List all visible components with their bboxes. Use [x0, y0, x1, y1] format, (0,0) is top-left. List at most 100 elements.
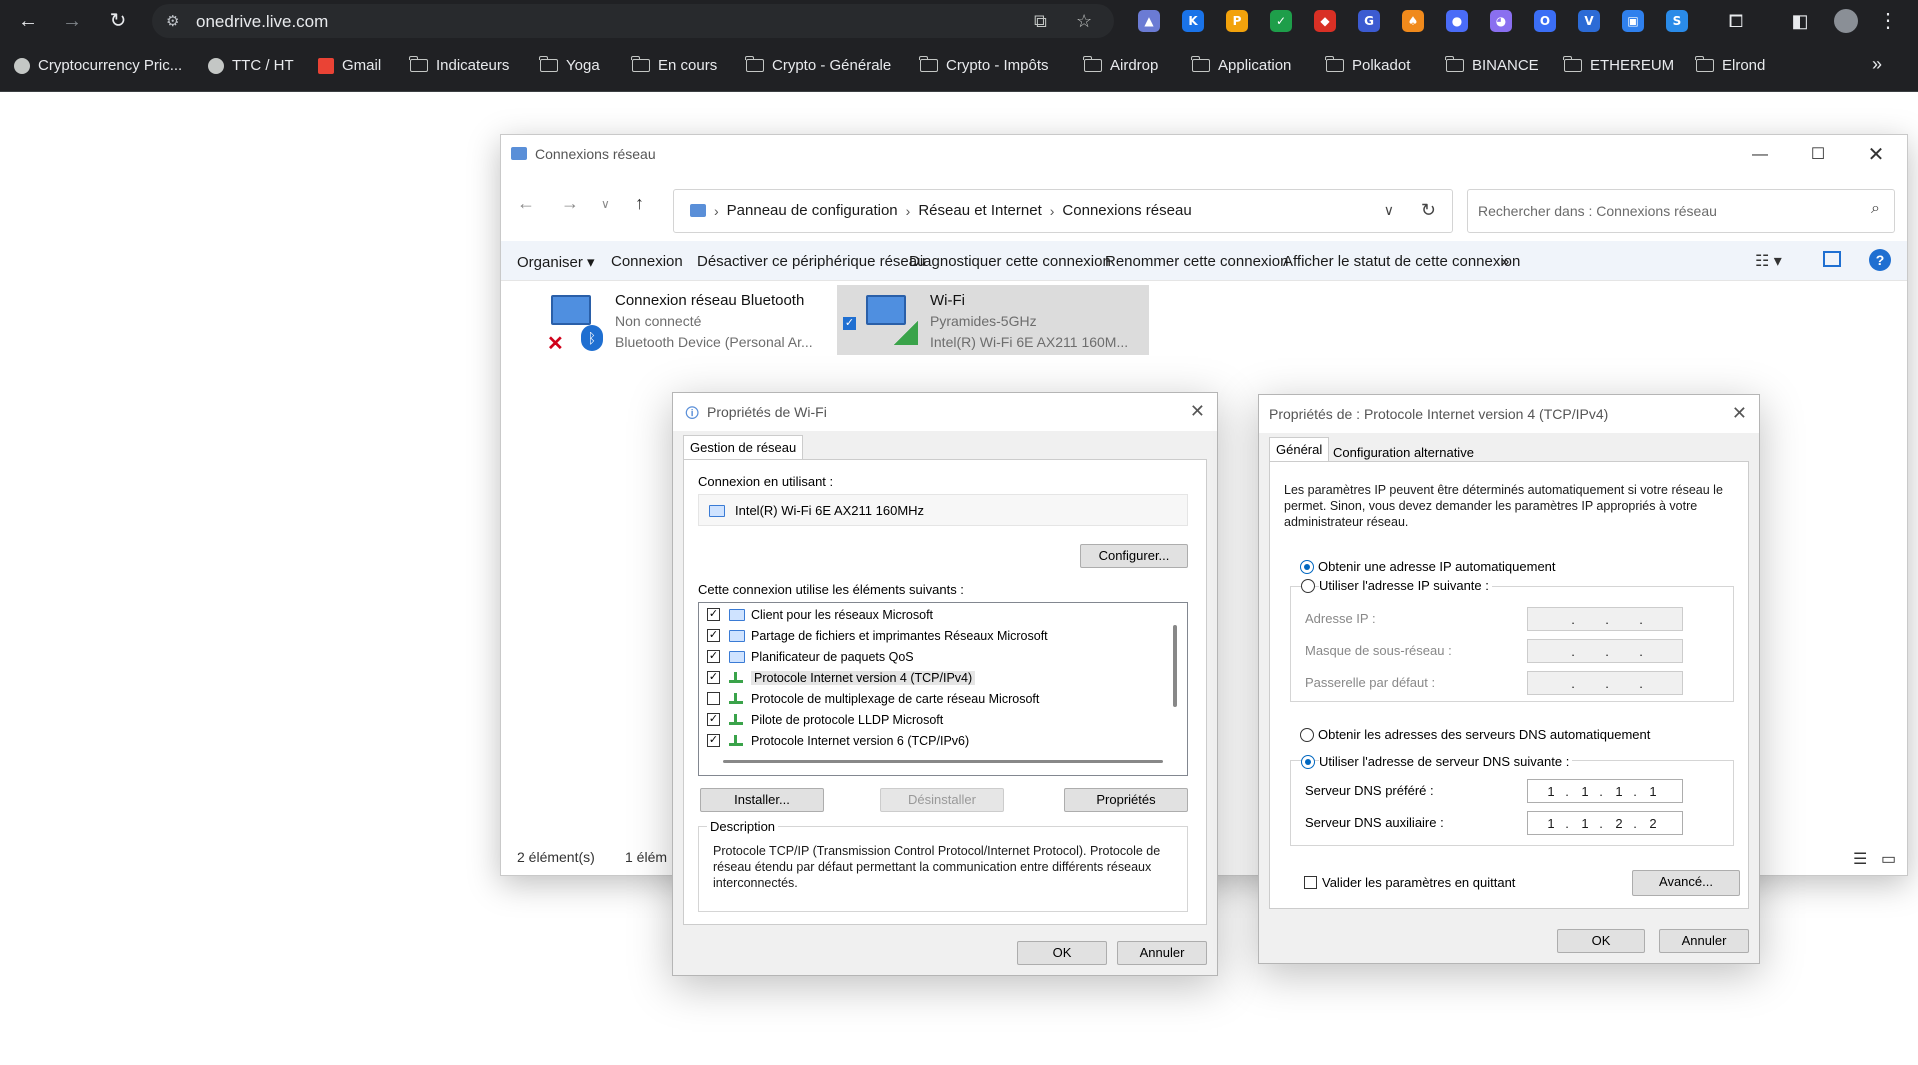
tiles-view-icon[interactable]: ▭	[1881, 849, 1896, 869]
change-view-icon[interactable]: ☷ ▾	[1755, 251, 1782, 271]
component-item[interactable]: ✓ Protocole Internet version 4 (TCP/IPv4)	[699, 668, 1159, 688]
command-6[interactable]: »	[1501, 253, 1509, 270]
bookmark-item[interactable]: Application	[1191, 56, 1291, 74]
refresh-icon[interactable]: ↻	[1421, 200, 1436, 221]
ip-address-field[interactable]: ...	[1527, 607, 1683, 631]
profile-avatar[interactable]	[1834, 9, 1858, 33]
help-icon[interactable]: ?	[1869, 249, 1891, 271]
cancel-button[interactable]: Annuler	[1117, 941, 1207, 965]
extension-icon[interactable]: ▣	[1622, 10, 1644, 32]
close-icon[interactable]: ✕	[1190, 401, 1205, 422]
adapter-wifi[interactable]: ✓ Wi-Fi Pyramides-5GHz Intel(R) Wi-Fi 6E…	[837, 285, 1149, 355]
bookmark-item[interactable]: En cours	[631, 56, 717, 74]
bookmark-item[interactable]: BINANCE	[1445, 56, 1539, 74]
tab-network-management[interactable]: Gestion de réseau	[683, 435, 804, 459]
component-checkbox[interactable]: ✓	[707, 629, 720, 642]
extensions-puzzle-icon[interactable]: ⧠	[1722, 8, 1750, 34]
component-item[interactable]: ✓ Protocole Internet version 6 (TCP/IPv6)	[699, 731, 1159, 751]
details-view-icon[interactable]: ☰	[1853, 849, 1867, 869]
bookmark-item[interactable]: Gmail	[318, 57, 381, 74]
install-app-icon[interactable]: ⧉	[1034, 11, 1047, 32]
bookmark-item[interactable]: Crypto - Générale	[745, 56, 891, 74]
tab-general[interactable]: Général	[1269, 437, 1330, 461]
configure-button[interactable]: Configurer...	[1080, 544, 1188, 568]
component-item[interactable]: ✓ Pilote de protocole LLDP Microsoft	[699, 710, 1159, 730]
component-item[interactable]: ✓ Partage de fichiers et imprimantes Rése…	[699, 626, 1159, 646]
extension-icon[interactable]: ♠	[1402, 10, 1424, 32]
bookmark-item[interactable]: Cryptocurrency Pric...	[14, 57, 182, 74]
manual-ip-radio[interactable]	[1301, 579, 1315, 593]
command-3[interactable]: Diagnostiquer cette connexion	[909, 253, 1111, 270]
bookmark-item[interactable]: Crypto - Impôts	[919, 56, 1049, 74]
preferred-dns-field[interactable]: 1. 1. 1. 1	[1527, 779, 1683, 803]
extension-icon[interactable]: V	[1578, 10, 1600, 32]
minimize-button[interactable]: —	[1737, 141, 1783, 169]
address-bar[interactable]: ⚙ onedrive.live.com ⧉ ☆	[152, 4, 1114, 38]
ok-button[interactable]: OK	[1017, 941, 1107, 965]
forward-arrow-icon[interactable]: →	[561, 193, 579, 214]
cancel-button[interactable]: Annuler	[1659, 929, 1749, 953]
adapter-bluetooth[interactable]: ✕ ᛒ Connexion réseau Bluetooth Non conne…	[541, 285, 841, 355]
properties-button[interactable]: Propriétés	[1064, 788, 1188, 812]
back-arrow-icon[interactable]: ←	[517, 193, 535, 214]
command-5[interactable]: Afficher le statut de cette connexion	[1283, 253, 1520, 270]
component-checkbox[interactable]: ✓	[707, 713, 720, 726]
auto-dns-radio[interactable]	[1300, 728, 1314, 742]
breadcrumb-item[interactable]: Connexions réseau	[1062, 202, 1191, 219]
component-item[interactable]: ✓ Planificateur de paquets QoS	[699, 647, 1159, 667]
horizontal-scrollbar[interactable]	[723, 760, 1163, 763]
address-breadcrumb-bar[interactable]: › Panneau de configuration › Réseau et Inte…	[673, 189, 1453, 233]
extension-icon[interactable]: ●	[1446, 10, 1468, 32]
reload-icon[interactable]: ↻	[104, 8, 132, 34]
breadcrumb-separator-icon[interactable]: ›	[906, 203, 911, 219]
ok-button[interactable]: OK	[1557, 929, 1645, 953]
search-box[interactable]: Rechercher dans : Connexions réseau ⌕	[1467, 189, 1895, 233]
site-info-icon[interactable]: ⚙	[166, 12, 179, 30]
extension-icon[interactable]: G	[1358, 10, 1380, 32]
extension-icon[interactable]: ◕	[1490, 10, 1512, 32]
uninstall-button[interactable]: Désinstaller	[880, 788, 1004, 812]
extension-icon[interactable]: P	[1226, 10, 1248, 32]
forward-arrow-icon[interactable]: →	[58, 8, 86, 34]
component-checkbox[interactable]: ✓	[707, 650, 720, 663]
address-dropdown-chevron-icon[interactable]: ∨	[1384, 202, 1394, 219]
install-button[interactable]: Installer...	[700, 788, 824, 812]
gateway-field[interactable]: ...	[1527, 671, 1683, 695]
component-item[interactable]: ✓ Client pour les réseaux Microsoft	[699, 605, 1159, 625]
bookmark-item[interactable]: Airdrop	[1083, 56, 1158, 74]
extension-icon[interactable]: O	[1534, 10, 1556, 32]
command-4[interactable]: Renommer cette connexion	[1105, 253, 1288, 270]
extension-icon[interactable]: ✓	[1270, 10, 1292, 32]
extension-icon[interactable]: K	[1182, 10, 1204, 32]
manual-dns-radio[interactable]	[1301, 755, 1315, 769]
advanced-button[interactable]: Avancé...	[1632, 870, 1740, 896]
vertical-scrollbar[interactable]	[1173, 625, 1177, 707]
bookmark-item[interactable]: TTC / HT	[208, 57, 294, 74]
bookmark-item[interactable]: Elrond	[1695, 56, 1765, 74]
bookmark-item[interactable]: Indicateurs	[409, 56, 509, 74]
breadcrumb-separator-icon[interactable]: ›	[714, 203, 719, 219]
bookmark-item[interactable]: Polkadot	[1325, 56, 1410, 74]
alternate-dns-field[interactable]: 1. 1. 2. 2	[1527, 811, 1683, 835]
preview-pane-icon[interactable]	[1823, 251, 1841, 267]
components-list[interactable]: ✓ Client pour les réseaux Microsoft ✓ Parta…	[698, 602, 1188, 776]
component-checkbox[interactable]: ✓	[707, 671, 720, 684]
menu-kebab-icon[interactable]: ⋮	[1874, 8, 1902, 34]
bookmark-item[interactable]: ETHEREUM	[1563, 56, 1674, 74]
command-1[interactable]: Connexion	[611, 253, 683, 270]
up-arrow-icon[interactable]: ↑	[635, 193, 644, 214]
auto-ip-radio[interactable]	[1300, 560, 1314, 574]
maximize-button[interactable]: ☐	[1795, 141, 1841, 169]
extension-icon[interactable]: ▲	[1138, 10, 1160, 32]
recent-locations-chevron-icon[interactable]: ∨	[601, 197, 610, 211]
command-2[interactable]: Désactiver ce périphérique réseau	[697, 253, 925, 270]
breadcrumb-item[interactable]: Réseau et Internet	[918, 202, 1041, 219]
bookmark-star-icon[interactable]: ☆	[1076, 11, 1092, 32]
validate-on-exit-checkbox[interactable]	[1304, 876, 1317, 889]
selection-checkbox[interactable]: ✓	[843, 317, 856, 330]
side-panel-icon[interactable]: ◧	[1786, 8, 1814, 34]
breadcrumb-item[interactable]: Panneau de configuration	[727, 202, 898, 219]
extension-icon[interactable]: ◆	[1314, 10, 1336, 32]
url-text[interactable]: onedrive.live.com	[196, 12, 328, 32]
command-0[interactable]: Organiser ▾	[517, 253, 595, 271]
